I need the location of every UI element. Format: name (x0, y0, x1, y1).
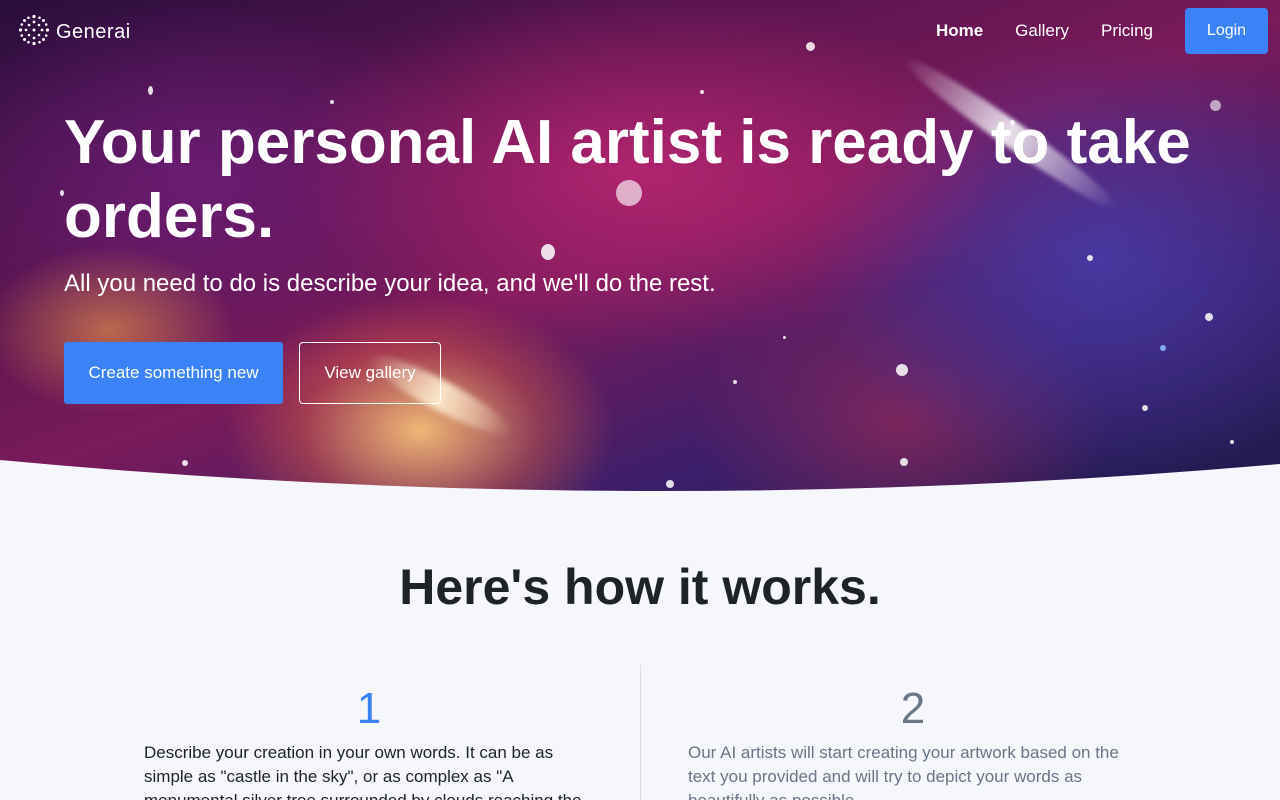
star (1087, 255, 1093, 261)
create-something-new-button[interactable]: Create something new (64, 342, 283, 404)
brand-name: Generai (56, 21, 131, 43)
top-navigation: Generai Home Gallery Pricing Login (0, 0, 1280, 62)
step-number: 2 (900, 684, 926, 733)
star (148, 86, 153, 95)
star (1160, 345, 1166, 351)
nav-links: Home Gallery Pricing Login (936, 8, 1268, 54)
star (330, 100, 334, 104)
hero-subtitle: All you need to do is describe your idea… (64, 270, 716, 297)
hero-bottom-curve (0, 460, 1280, 500)
step-description: Describe your creation in your own words… (144, 743, 582, 800)
view-gallery-button[interactable]: View gallery (299, 342, 441, 404)
star (1230, 440, 1234, 444)
dotted-sphere-icon (18, 14, 50, 51)
nav-link-home[interactable]: Home (936, 21, 983, 41)
hero-title: Your personal AI artist is ready to take… (64, 108, 1191, 251)
star (1205, 313, 1213, 321)
star (1142, 405, 1148, 411)
star (733, 380, 737, 384)
star (896, 364, 908, 376)
login-button[interactable]: Login (1185, 8, 1268, 54)
brand[interactable]: Generai (18, 14, 131, 51)
step-number: 1 (356, 684, 382, 733)
nav-link-gallery[interactable]: Gallery (1015, 21, 1069, 41)
nav-link-pricing[interactable]: Pricing (1101, 21, 1153, 41)
star (700, 90, 704, 94)
steps-divider (640, 665, 641, 800)
step-description: Our AI artists will start creating your … (688, 743, 1119, 800)
how-it-works-title: Here's how it works. (399, 559, 881, 615)
star (783, 336, 786, 339)
